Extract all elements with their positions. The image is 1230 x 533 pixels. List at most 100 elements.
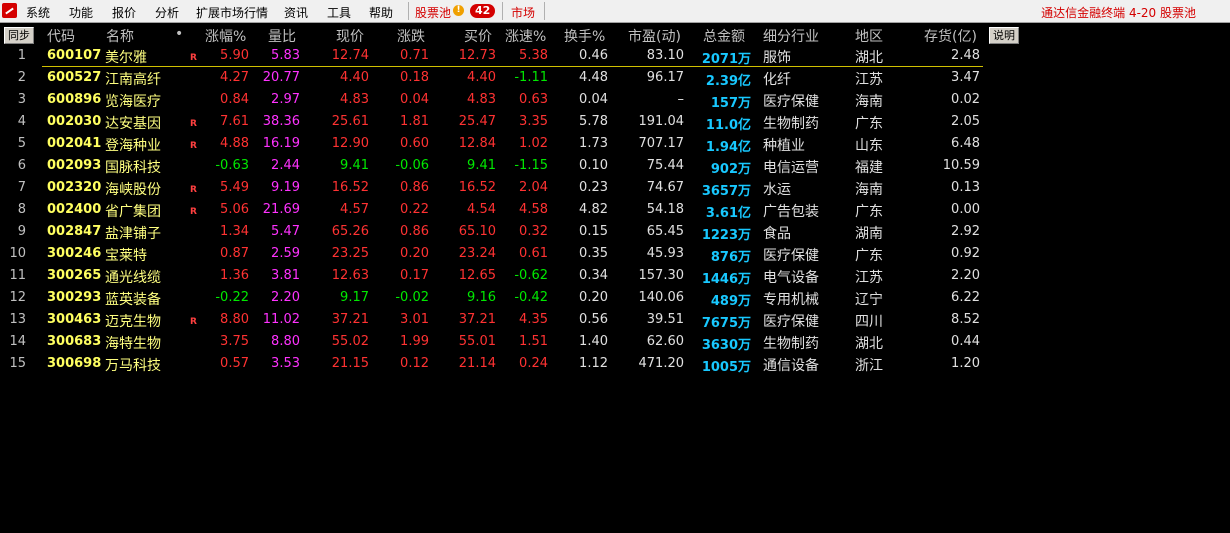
menu-item-help[interactable]: 帮助 — [369, 4, 393, 21]
change-pct: 5.90 — [220, 48, 249, 63]
stock-pool-tab[interactable]: 股票池 — [415, 4, 451, 21]
inventory: 0.92 — [951, 246, 980, 261]
total-amount: 902万 — [710, 162, 751, 177]
col-header-inventory[interactable]: 存货(亿) — [924, 26, 977, 46]
turnover: 0.23 — [579, 180, 608, 195]
table-row[interactable]: 6 002093 国脉科技 -0.63 2.44 9.41 -0.06 9.41 -1.15 0.… — [0, 155, 1230, 177]
app-logo-icon[interactable] — [2, 3, 17, 18]
industry: 服饰 — [763, 50, 791, 66]
price: 55.02 — [331, 334, 369, 349]
col-header-speed[interactable]: 涨速% — [505, 26, 546, 46]
col-header-change[interactable]: 涨跌 — [397, 26, 425, 46]
menu-item-function[interactable]: 功能 — [69, 4, 93, 21]
change-pct: 5.49 — [220, 180, 249, 195]
change: 0.60 — [400, 136, 429, 151]
bid-price: 4.40 — [467, 70, 496, 85]
menu-item-extended-market[interactable]: 扩展市场行情 — [196, 4, 268, 21]
table-row[interactable]: 4 002030 达安基因 R 7.61 38.36 25.61 1.81 25.47 3.35 5… — [0, 111, 1230, 133]
col-header-volume-ratio[interactable]: 量比 — [268, 26, 296, 46]
table-row[interactable]: 11 300265 通光线缆 1.36 3.81 12.63 0.17 12.65 -0.62 0… — [0, 265, 1230, 287]
industry: 医疗保健 — [763, 248, 819, 264]
col-header-name[interactable]: 名称 — [106, 26, 134, 46]
turnover: 0.15 — [579, 224, 608, 239]
menu-item-analysis[interactable]: 分析 — [155, 4, 179, 21]
col-header-amount[interactable]: 总金额 — [703, 26, 745, 46]
table-row[interactable]: 8 002400 省广集团 R 5.06 21.69 4.57 0.22 4.54 4.58 4.8… — [0, 199, 1230, 221]
table-row[interactable]: 5 002041 登海种业 R 4.88 16.19 12.90 0.60 12.84 1.02 1… — [0, 133, 1230, 155]
bid-price: 4.54 — [467, 202, 496, 217]
table-row[interactable]: 10 300246 宝莱特 0.87 2.59 23.25 0.20 23.24 0.61 0.3… — [0, 243, 1230, 265]
menu-item-tools[interactable]: 工具 — [327, 4, 351, 21]
turnover: 0.20 — [579, 290, 608, 305]
speed-pct: 1.51 — [519, 334, 548, 349]
speed-pct: -0.42 — [514, 290, 548, 305]
price: 9.41 — [340, 158, 369, 173]
table-row[interactable]: 3 600896 览海医疗 0.84 2.97 4.83 0.04 4.83 0.63 0.04 –… — [0, 89, 1230, 111]
speed-pct: -0.62 — [514, 268, 548, 283]
pe-ratio: 157.30 — [638, 268, 685, 283]
stock-name: 迈克生物 — [105, 314, 161, 330]
table-row[interactable]: 13 300463 迈克生物 R 8.80 11.02 37.21 3.01 37.21 4.35… — [0, 309, 1230, 331]
stock-code: 002041 — [47, 136, 102, 151]
total-amount: 7675万 — [701, 316, 751, 331]
inventory: 0.00 — [951, 202, 980, 217]
speed-pct: 2.04 — [519, 180, 548, 195]
change: 0.18 — [400, 70, 429, 85]
table-row[interactable]: 15 300698 万马科技 0.57 3.53 21.15 0.12 21.14 0.24 1.… — [0, 353, 1230, 375]
table-row[interactable]: 1 600107 美尔雅 R 5.90 5.83 12.74 0.71 12.73 5.38 0.4… — [0, 45, 1230, 67]
region: 广东 — [855, 116, 883, 132]
bid-price: 23.24 — [458, 246, 496, 261]
table-row[interactable]: 9 002847 盐津铺子 1.34 5.47 65.26 0.86 65.10 0.32 0.1… — [0, 221, 1230, 243]
row-number: 15 — [9, 356, 26, 371]
inventory: 2.92 — [951, 224, 980, 239]
table-row[interactable]: 12 300293 蓝英装备 -0.22 2.20 9.17 -0.02 9.16 -0.42 0… — [0, 287, 1230, 309]
margin-flag: R — [190, 53, 197, 63]
change-pct: 0.84 — [220, 92, 249, 107]
price: 23.25 — [331, 246, 369, 261]
stock-code: 002847 — [47, 224, 102, 239]
stock-name: 览海医疗 — [105, 94, 161, 110]
col-header-price[interactable]: 现价 — [336, 26, 364, 46]
stock-code: 002093 — [47, 158, 102, 173]
market-tab[interactable]: 市场 — [511, 4, 535, 21]
col-header-turnover[interactable]: 换手% — [564, 26, 605, 46]
region: 海南 — [855, 182, 883, 198]
row-number: 7 — [17, 180, 26, 195]
turnover: 1.73 — [579, 136, 608, 151]
industry: 生物制药 — [763, 336, 819, 352]
volume-ratio: 5.47 — [271, 224, 300, 239]
change: -0.02 — [395, 290, 429, 305]
price: 65.26 — [331, 224, 369, 239]
turnover: 0.56 — [579, 312, 608, 327]
margin-flag: R — [190, 119, 197, 129]
col-header-change-pct[interactable]: 涨幅% — [205, 26, 246, 46]
col-header-industry[interactable]: 细分行业 — [763, 26, 819, 46]
region: 江苏 — [855, 270, 883, 286]
sync-button[interactable]: 同步 — [4, 27, 34, 44]
table-row[interactable]: 14 300683 海特生物 3.75 8.80 55.02 1.99 55.01 1.51 1.… — [0, 331, 1230, 353]
row-number: 4 — [17, 114, 26, 129]
total-amount: 3630万 — [701, 338, 751, 353]
col-header-bid[interactable]: 买价 — [464, 26, 492, 46]
change: 1.81 — [400, 114, 429, 129]
col-header-flag[interactable]: • — [175, 26, 183, 42]
col-header-code[interactable]: 代码 — [47, 26, 75, 46]
table-row[interactable]: 7 002320 海峡股份 R 5.49 9.19 16.52 0.86 16.52 2.04 0.… — [0, 177, 1230, 199]
explain-button[interactable]: 说明 — [989, 27, 1019, 44]
menu-item-system[interactable]: 系统 — [26, 4, 50, 21]
total-amount: 489万 — [710, 294, 751, 309]
col-header-pe[interactable]: 市盈(动) — [628, 26, 681, 46]
turnover: 0.46 — [579, 48, 608, 63]
inventory: 6.48 — [951, 136, 980, 151]
table-row[interactable]: 2 600527 江南高纤 4.27 20.77 4.40 0.18 4.40 -1.11 4.4… — [0, 67, 1230, 89]
stock-pool-count-badge: 42 — [470, 4, 496, 18]
menu-item-quote[interactable]: 报价 — [112, 4, 136, 21]
change-pct: 4.88 — [220, 136, 249, 151]
col-header-region[interactable]: 地区 — [855, 26, 883, 46]
price: 16.52 — [331, 180, 369, 195]
price: 25.61 — [331, 114, 369, 129]
menu-item-news[interactable]: 资讯 — [284, 4, 308, 21]
inventory: 2.48 — [951, 48, 980, 63]
speed-pct: -1.15 — [514, 158, 548, 173]
pe-ratio: 74.67 — [646, 180, 684, 195]
